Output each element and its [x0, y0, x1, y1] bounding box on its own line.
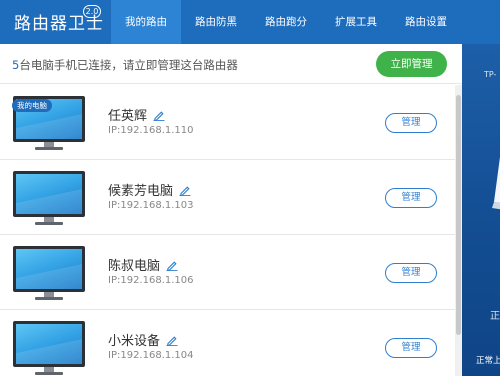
version-badge: 2.0: [83, 5, 101, 18]
router-info-panel: TP- 正 正常上: [462, 44, 500, 376]
edit-pencil-icon[interactable]: [179, 184, 191, 196]
edit-pencil-icon[interactable]: [166, 259, 178, 271]
device-name-wrap: 任英辉: [108, 105, 165, 124]
connection-status-text: 5台电脑手机已连接，请立即管理这台路由器: [12, 57, 238, 73]
tab-router-benchmark[interactable]: 路由跑分: [251, 0, 321, 44]
device-name: 小米设备: [108, 334, 161, 349]
device-row: 我的电脑 任英辉 IP:192.168.1.110 管理: [0, 85, 455, 160]
router-model-label: TP-: [484, 70, 497, 79]
list-scrollbar[interactable]: [455, 85, 462, 376]
manage-button[interactable]: 管理: [385, 263, 437, 283]
tab-extension-tools[interactable]: 扩展工具: [321, 0, 391, 44]
connection-info-bar: 5台电脑手机已连接，请立即管理这台路由器 立即管理: [0, 44, 462, 84]
device-ip: IP:192.168.1.104: [108, 350, 194, 361]
device-name-wrap: 陈叔电脑: [108, 255, 178, 274]
manage-button[interactable]: 管理: [385, 113, 437, 133]
connection-message: 台电脑手机已连接，请立即管理这台路由器: [19, 58, 238, 72]
device-list: 我的电脑 任英辉 IP:192.168.1.110 管理 候素芳电脑 IP:19…: [0, 85, 455, 376]
main-nav: 我的路由 路由防黑 路由跑分 扩展工具 路由设置: [111, 0, 461, 44]
title-bar: 路由器卫士 2.0 我的路由 路由防黑 路由跑分 扩展工具 路由设置: [0, 0, 500, 44]
tab-router-antihack[interactable]: 路由防黑: [181, 0, 251, 44]
my-computer-badge: 我的电脑: [12, 99, 52, 112]
router-status-text: 正常上: [476, 356, 500, 366]
device-ip: IP:192.168.1.110: [108, 125, 194, 136]
router-device-icon: [492, 157, 500, 210]
device-ip: IP:192.168.1.103: [108, 200, 194, 211]
panel-mark: 正: [490, 311, 500, 322]
device-name: 任英辉: [108, 109, 148, 124]
device-row: 候素芳电脑 IP:192.168.1.103 管理: [0, 160, 455, 235]
monitor-icon: [13, 171, 85, 227]
manage-button[interactable]: 管理: [385, 188, 437, 208]
manage-now-button[interactable]: 立即管理: [376, 51, 447, 77]
monitor-icon: [13, 321, 85, 376]
tab-router-settings[interactable]: 路由设置: [391, 0, 461, 44]
tab-my-router[interactable]: 我的路由: [111, 0, 181, 44]
scrollbar-thumb[interactable]: [456, 95, 461, 335]
edit-pencil-icon[interactable]: [153, 109, 165, 121]
device-name: 陈叔电脑: [108, 259, 161, 274]
device-row: 陈叔电脑 IP:192.168.1.106 管理: [0, 235, 455, 310]
edit-pencil-icon[interactable]: [166, 334, 178, 346]
device-name-wrap: 候素芳电脑: [108, 180, 191, 199]
device-name: 候素芳电脑: [108, 184, 174, 199]
manage-button[interactable]: 管理: [385, 338, 437, 358]
device-ip: IP:192.168.1.106: [108, 275, 194, 286]
device-name-wrap: 小米设备: [108, 330, 178, 349]
device-row: 小米设备 IP:192.168.1.104 管理: [0, 310, 455, 376]
monitor-icon: [13, 246, 85, 302]
